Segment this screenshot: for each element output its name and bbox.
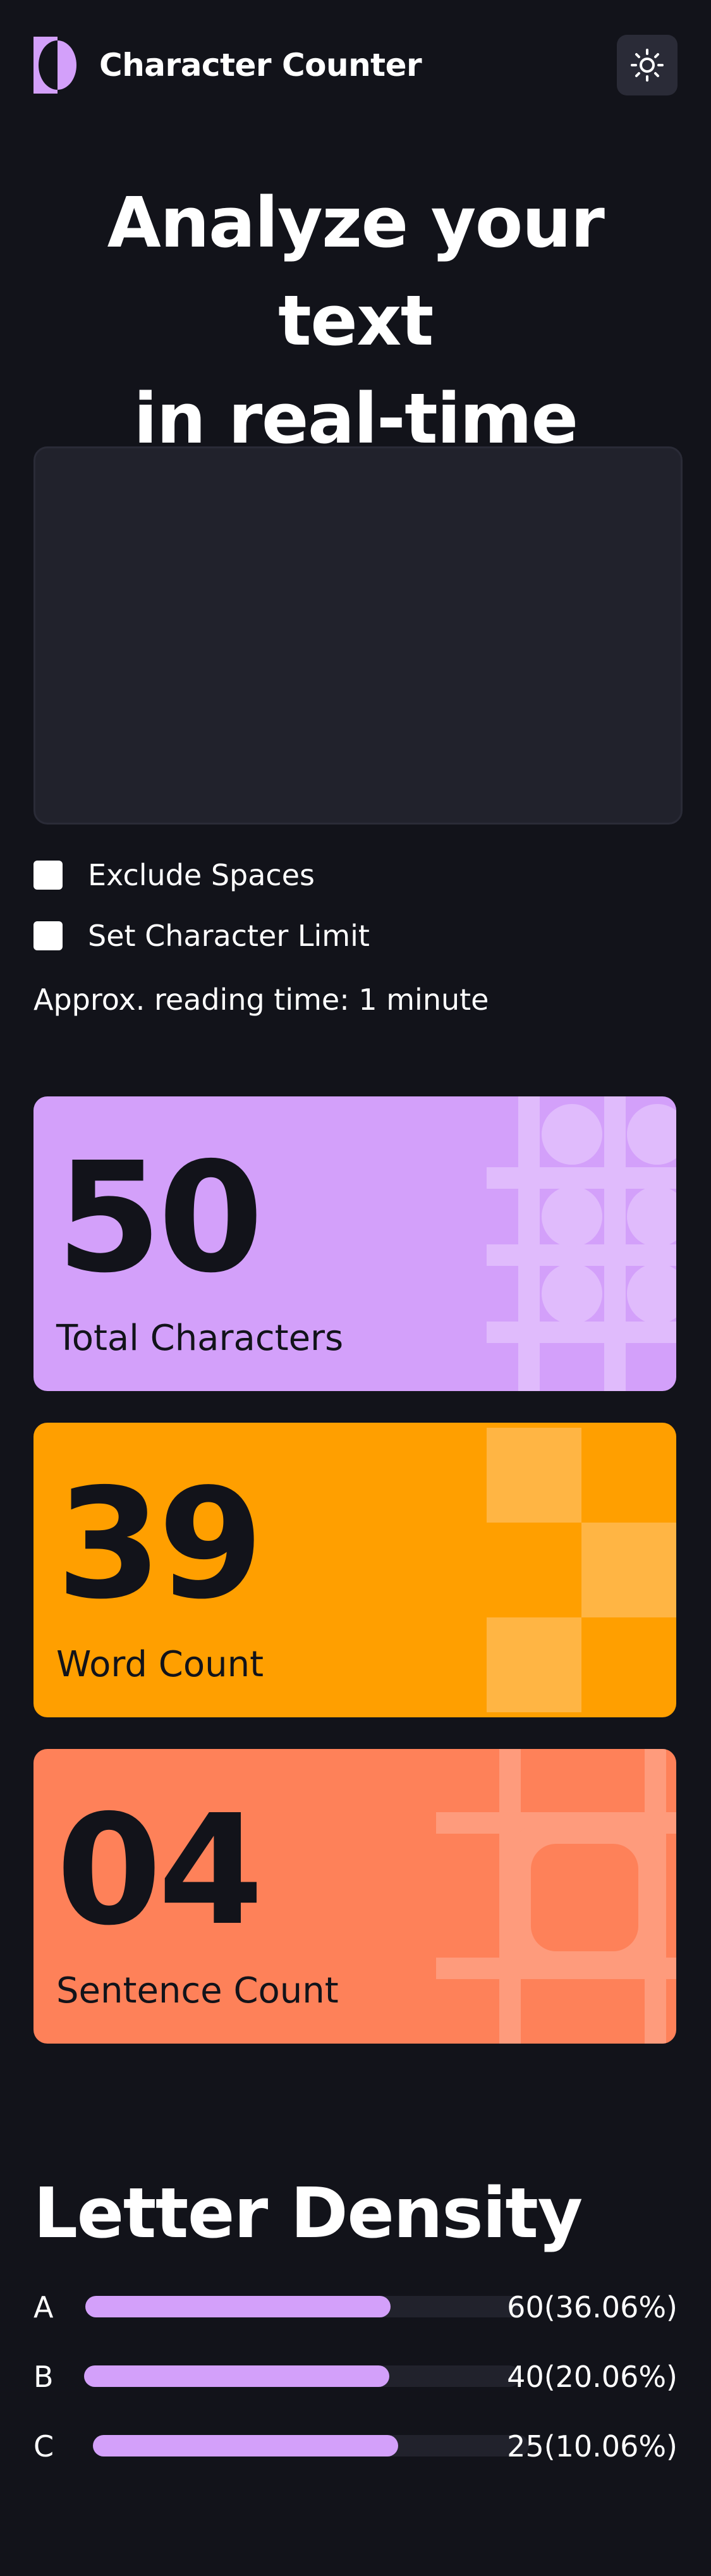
density-letter: A: [33, 2290, 54, 2324]
card-pattern-grid: [436, 1749, 676, 2044]
text-input[interactable]: [33, 446, 683, 825]
total-characters-value: 50: [56, 1129, 264, 1306]
word-count-value: 39: [56, 1456, 264, 1633]
logo[interactable]: Character Counter: [33, 35, 422, 95]
character-limit-option[interactable]: Set Character Limit: [33, 919, 370, 953]
card-pattern-circles: [487, 1096, 676, 1391]
hero-title: Analyze your text in real-time: [33, 174, 678, 468]
theme-toggle-button[interactable]: [617, 35, 678, 95]
density-letter: B: [33, 2360, 54, 2394]
character-limit-checkbox[interactable]: [33, 921, 63, 950]
total-characters-label: Total Characters: [56, 1318, 344, 1359]
density-bar-fill: [85, 2296, 391, 2317]
exclude-spaces-label[interactable]: Exclude Spaces: [88, 858, 315, 892]
reading-time: Approx. reading time: 1 minute: [33, 983, 489, 1017]
hero-title-line-1: Analyze your text: [107, 182, 605, 361]
density-count: 60(36.06%): [507, 2290, 678, 2324]
total-characters-card: 50 Total Characters: [33, 1096, 676, 1391]
sun-icon: [631, 49, 664, 82]
density-row: B 40(20.06%): [33, 2357, 678, 2395]
word-count-card: 39 Word Count: [33, 1423, 676, 1717]
character-limit-label[interactable]: Set Character Limit: [88, 919, 370, 953]
density-bar-fill: [84, 2365, 389, 2387]
sentence-count-label: Sentence Count: [56, 1970, 339, 2011]
density-row: C 25(10.06%): [33, 2427, 678, 2465]
density-bar-track: [85, 2296, 521, 2317]
app-title: Character Counter: [99, 47, 422, 83]
card-pattern-squares: [487, 1428, 676, 1712]
exclude-spaces-option[interactable]: Exclude Spaces: [33, 858, 315, 892]
sentence-count-value: 04: [56, 1782, 264, 1959]
letter-density-title: Letter Density: [33, 2173, 583, 2254]
density-letter: C: [33, 2429, 54, 2463]
density-bar-fill: [93, 2435, 398, 2456]
density-bar-track: [84, 2365, 520, 2387]
half-circle-logo-icon: [33, 37, 76, 94]
sentence-count-card: 04 Sentence Count: [33, 1749, 676, 2044]
density-count: 40(20.06%): [507, 2360, 678, 2394]
app-header: Character Counter: [33, 35, 678, 95]
density-bar-track: [93, 2435, 529, 2456]
density-count: 25(10.06%): [507, 2429, 678, 2463]
exclude-spaces-checkbox[interactable]: [33, 861, 63, 890]
word-count-label: Word Count: [56, 1644, 264, 1685]
density-row: A 60(36.06%): [33, 2288, 678, 2326]
